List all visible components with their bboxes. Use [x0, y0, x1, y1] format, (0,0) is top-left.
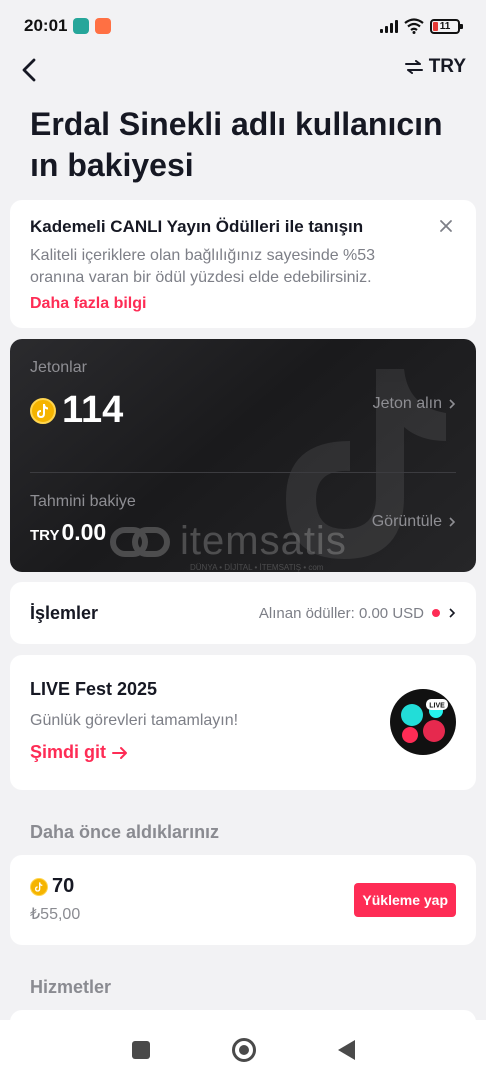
arrow-right-icon: [112, 746, 127, 759]
coin-icon: [30, 877, 48, 896]
package-coins-value: 70: [52, 875, 75, 897]
system-back-button[interactable]: [337, 1040, 355, 1060]
balance-divider: [30, 472, 456, 473]
transactions-title: İşlemler: [30, 602, 99, 623]
coins-row: 114: [30, 389, 123, 432]
go-now-label: Şimdi git: [30, 742, 106, 762]
notification-app-icon: [73, 18, 90, 34]
services-label: Hizmetler: [30, 977, 112, 997]
transactions-row[interactable]: İşlemler Alınan ödüller: 0.00 USD: [10, 582, 476, 644]
battery-level: 11: [439, 20, 451, 32]
rewards-text: Alınan ödüller: 0.00 USD: [258, 604, 424, 622]
estimated-row: TRY 0.00: [30, 519, 106, 546]
system-nav-bar: [0, 1020, 486, 1080]
currency-switch-button[interactable]: TRY: [404, 56, 466, 78]
live-fest-card: LIVE Fest 2025 Günlük görevleri tamamlay…: [10, 655, 476, 790]
signal-icon: [380, 19, 398, 33]
view-balance-link[interactable]: Görüntüle: [372, 513, 456, 531]
notification-dot: [432, 609, 440, 617]
coin-icon: [30, 397, 56, 424]
promo-card: Kademeli CANLI Yayın Ödülleri ile tanışı…: [10, 200, 476, 328]
swap-icon: [404, 60, 423, 74]
status-bar: 20:01 11: [0, 0, 486, 52]
get-coins-link[interactable]: Jeton alın: [373, 395, 456, 413]
estimated-value: 0.00: [61, 519, 107, 545]
get-coins-label: Jeton alın: [372, 395, 442, 412]
chevron-left-icon: [22, 58, 36, 82]
home-button[interactable]: [231, 1038, 256, 1062]
wifi-icon: [404, 18, 424, 34]
notification-shop-icon: [95, 18, 112, 34]
coins-value: 114: [62, 389, 124, 431]
chain-link-icon: [110, 526, 170, 557]
coin-package-card: 70 ₺55,00 Yükleme yap: [10, 855, 476, 945]
page-title: Erdal Sinekli adlı kullanıcın ın bakiyes…: [30, 106, 443, 183]
watermark-subtext: DÜNYA • DİJİTAL • İTEMSATIŞ • com: [190, 563, 324, 572]
transactions-right: Alınan ödüller: 0.00 USD: [259, 605, 456, 622]
chevron-right-icon: [449, 517, 456, 527]
status-time: 20:01: [24, 16, 68, 35]
chevron-right-icon: [449, 608, 456, 618]
status-right: 11: [380, 18, 463, 34]
close-button[interactable]: [438, 218, 454, 234]
previous-purchases-label: Daha önce aldıklarınız: [30, 822, 220, 842]
balance-card: Jetonlar 114 Jeton alın Tahmini bakiye T…: [10, 339, 476, 572]
chevron-right-icon: [449, 399, 456, 409]
battery-icon: 11: [430, 18, 463, 34]
back-button[interactable]: [16, 54, 46, 86]
currency-label: TRY: [428, 56, 466, 77]
view-balance-label: Görüntüle: [371, 513, 442, 530]
coins-label: Jetonlar: [30, 359, 87, 376]
status-left: 20:01: [24, 16, 112, 36]
estimated-label: Tahmini bakiye: [30, 493, 136, 510]
promo-title: Kademeli CANLI Yayın Ödülleri ile tanışı…: [30, 217, 364, 236]
top-nav: TRY: [0, 52, 486, 88]
promo-text: Kaliteli içeriklere olan bağlılığınız sa…: [30, 247, 376, 286]
recharge-button[interactable]: Yükleme yap: [354, 883, 456, 917]
estimated-currency: TRY: [30, 527, 60, 544]
recent-apps-button[interactable]: [131, 1041, 150, 1059]
live-badge-label: LIVE: [429, 703, 445, 710]
learn-more-link[interactable]: Daha fazla bilgi: [30, 295, 146, 313]
close-icon: [440, 220, 452, 232]
live-fest-badge-icon: LIVE: [390, 689, 456, 755]
